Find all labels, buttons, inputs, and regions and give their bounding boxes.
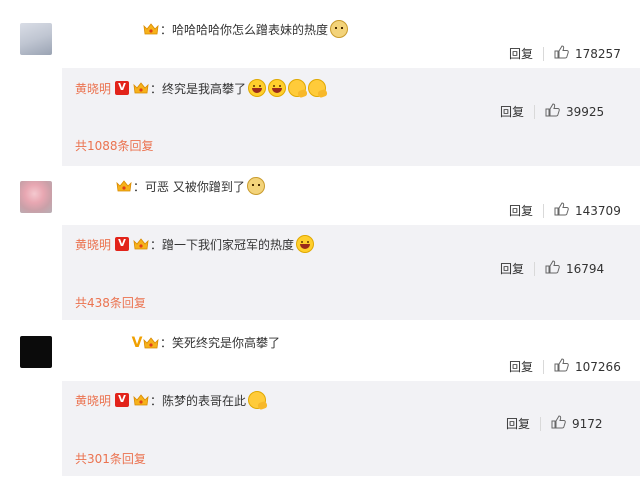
like-count: 16794 [566, 261, 605, 276]
like-count: 39925 [566, 104, 605, 119]
thumbs-up-icon[interactable] [554, 358, 569, 375]
verified-v-icon: V [115, 237, 130, 251]
vip-crown-icon [116, 179, 132, 193]
reply-author[interactable]: 黄晓明 [75, 236, 111, 253]
comment-text: ：笑死终究是你高攀了 [160, 336, 281, 350]
divider [534, 104, 536, 119]
divider [540, 416, 542, 431]
like-count: 9172 [572, 416, 603, 431]
reply-box: 黄晓明 V ：陈梦的表哥在此 回复 9172 共301条回复 [62, 381, 640, 476]
avatar[interactable] [20, 336, 52, 368]
verified-v-icon: V [115, 393, 130, 407]
doge-emoji-icon [246, 177, 265, 195]
comment-line: ：可恶 又被你蹭到了 [116, 177, 265, 195]
vip-crown-icon [133, 393, 149, 407]
laughing-emoji-icon [248, 79, 267, 97]
reply-actions: 回复 39925 [500, 103, 604, 120]
verified-v-icon: V [131, 334, 143, 351]
divider [534, 261, 536, 276]
divider [543, 359, 545, 374]
reply-text: ：蹭一下我们家冠军的热度 [150, 237, 295, 252]
avatar[interactable] [20, 181, 52, 213]
vip-crown-icon [143, 22, 159, 36]
divider [543, 46, 545, 61]
thumbs-up-icon[interactable] [545, 103, 560, 120]
reply-actions: 回复 16794 [500, 260, 604, 277]
laughing-emoji-icon [296, 235, 315, 253]
comment-actions: 回复 107266 [509, 358, 621, 375]
reply-line: 黄晓明 V ：陈梦的表哥在此 [75, 391, 267, 409]
thumbs-up-icon[interactable] [545, 260, 560, 277]
more-replies-link[interactable]: 共438条回复 [75, 294, 146, 311]
comment-actions: 回复 178257 [509, 45, 621, 62]
vip-crown-icon [133, 237, 149, 251]
reply-line: 黄晓明 V ：蹭一下我们家冠军的热度 [75, 235, 315, 253]
reply-text: ：陈梦的表哥在此 [150, 393, 247, 408]
reply-button[interactable]: 回复 [500, 260, 524, 277]
laughing-emoji-icon [268, 79, 287, 97]
reply-line: 黄晓明 V ：终究是我高攀了 [75, 79, 327, 97]
reply-button[interactable]: 回复 [509, 358, 533, 375]
comment-line: V ：笑死终究是你高攀了 [131, 334, 280, 351]
more-replies-link[interactable]: 共1088条回复 [75, 137, 154, 154]
thumbs-up-icon[interactable] [554, 45, 569, 62]
thinking-emoji-icon [248, 391, 267, 409]
thumbs-up-icon[interactable] [554, 202, 569, 219]
reply-box: 黄晓明 V ：蹭一下我们家冠军的热度 回复 16794 共438条回复 [62, 225, 640, 320]
like-count: 107266 [575, 359, 621, 374]
comment-line: ：哈哈哈哈你怎么蹭表妹的热度 [143, 20, 349, 38]
avatar[interactable] [20, 23, 52, 55]
like-count: 143709 [575, 203, 621, 218]
reply-button[interactable]: 回复 [509, 202, 533, 219]
reply-button[interactable]: 回复 [500, 103, 524, 120]
vip-crown-icon [133, 81, 149, 95]
thumbs-up-icon[interactable] [551, 415, 566, 432]
more-replies-link[interactable]: 共301条回复 [75, 450, 146, 467]
vip-crown-icon [143, 336, 159, 350]
divider [543, 203, 545, 218]
reply-text: ：终究是我高攀了 [150, 81, 247, 96]
reply-button[interactable]: 回复 [506, 415, 530, 432]
doge-emoji-icon [330, 20, 349, 38]
reply-button[interactable]: 回复 [509, 45, 533, 62]
comment-text: ：可恶 又被你蹭到了 [133, 179, 245, 194]
comment-text: ：哈哈哈哈你怎么蹭表妹的热度 [160, 22, 329, 37]
reply-box: 黄晓明 V ：终究是我高攀了 回复 39925 共1088条回复 [62, 68, 640, 166]
thinking-emoji-icon [288, 79, 307, 97]
reply-actions: 回复 9172 [506, 415, 603, 432]
like-count: 178257 [575, 46, 621, 61]
reply-author[interactable]: 黄晓明 [75, 392, 111, 409]
comment-actions: 回复 143709 [509, 202, 621, 219]
verified-v-icon: V [115, 81, 130, 95]
reply-author[interactable]: 黄晓明 [75, 80, 111, 97]
thinking-emoji-icon [308, 79, 327, 97]
